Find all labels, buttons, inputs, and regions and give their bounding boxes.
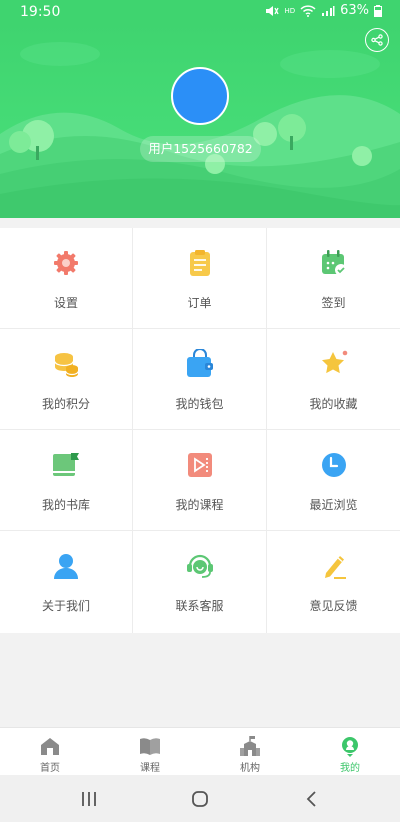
mute-icon <box>266 5 280 16</box>
pencil-icon <box>324 556 346 579</box>
menu-item-wallet[interactable]: 我的钱包 <box>133 329 267 430</box>
status-bar: 19:50 HD 63% <box>0 0 400 24</box>
nav-label: 我的 <box>340 763 360 774</box>
coins-icon <box>54 353 79 377</box>
menu-label: 签到 <box>321 296 346 310</box>
menu-label: 意见反馈 <box>309 599 358 613</box>
share-button[interactable] <box>365 28 389 52</box>
nav-item-institutions[interactable]: 机构 <box>200 728 300 775</box>
battery-level: 63% <box>340 3 369 18</box>
home-icon <box>41 738 59 755</box>
menu-item-settings[interactable]: 设置 <box>0 228 133 329</box>
menu-label: 关于我们 <box>41 599 90 613</box>
avatar[interactable] <box>171 67 229 125</box>
signal-icon <box>322 5 335 16</box>
system-nav-bar <box>0 775 400 822</box>
star-icon <box>321 350 347 374</box>
bottom-nav: 首页 课程 机构 我的 <box>0 727 400 775</box>
menu-item-checkin[interactable]: 签到 <box>267 228 400 329</box>
status-icons: HD 63% <box>265 3 382 18</box>
bookshelf-icon <box>53 453 79 476</box>
nav-item-courses[interactable]: 课程 <box>100 728 200 775</box>
menu-label: 订单 <box>187 296 212 310</box>
recent-apps-icon[interactable] <box>80 790 98 808</box>
status-time: 19:50 <box>20 4 61 20</box>
menu-item-history[interactable]: 最近浏览 <box>267 430 400 531</box>
menu-label: 联系客服 <box>175 599 224 613</box>
nav-label: 机构 <box>240 763 260 774</box>
back-icon[interactable] <box>303 790 321 808</box>
menu-grid: 设置 订单 签到 我的积分 我的钱包 我的收藏 我的书库 我的课程 最近浏览 关… <box>0 228 400 633</box>
book-icon <box>140 738 160 755</box>
profile-header: 用户1525660782 <box>0 24 400 218</box>
profile-icon <box>342 737 358 757</box>
share-icon <box>371 34 383 46</box>
wallet-icon <box>186 349 213 377</box>
menu-label: 设置 <box>53 296 78 310</box>
hd-badge: HD <box>284 6 296 15</box>
menu-label: 我的积分 <box>41 397 90 411</box>
headset-icon <box>186 554 213 578</box>
menu-label: 我的钱包 <box>175 397 224 411</box>
gear-icon <box>54 251 78 275</box>
menu-item-about[interactable]: 关于我们 <box>0 531 133 633</box>
menu-item-feedback[interactable]: 意见反馈 <box>267 531 400 633</box>
menu-item-courses[interactable]: 我的课程 <box>133 430 267 531</box>
nav-label: 首页 <box>40 763 60 774</box>
menu-label: 我的书库 <box>41 498 90 512</box>
nav-label: 课程 <box>140 763 160 774</box>
menu-label: 我的课程 <box>175 498 224 512</box>
clock-icon <box>321 453 346 477</box>
clipboard-icon <box>189 250 210 276</box>
menu-label: 我的收藏 <box>309 397 358 411</box>
menu-item-points[interactable]: 我的积分 <box>0 329 133 430</box>
video-icon <box>187 453 212 477</box>
menu-item-orders[interactable]: 订单 <box>133 228 267 329</box>
building-icon <box>240 736 260 756</box>
username-badge[interactable]: 用户1525660782 <box>140 136 261 162</box>
nav-item-mine[interactable]: 我的 <box>300 728 400 775</box>
nav-item-home[interactable]: 首页 <box>0 728 100 775</box>
menu-item-favorites[interactable]: 我的收藏 <box>267 329 400 430</box>
menu-label: 最近浏览 <box>309 498 358 512</box>
person-icon <box>54 554 78 579</box>
calendar-check-icon <box>321 250 347 276</box>
home-button-icon[interactable] <box>191 790 209 808</box>
battery-icon <box>374 4 382 17</box>
menu-item-library[interactable]: 我的书库 <box>0 430 133 531</box>
menu-item-support[interactable]: 联系客服 <box>133 531 267 633</box>
wifi-icon <box>300 4 316 17</box>
